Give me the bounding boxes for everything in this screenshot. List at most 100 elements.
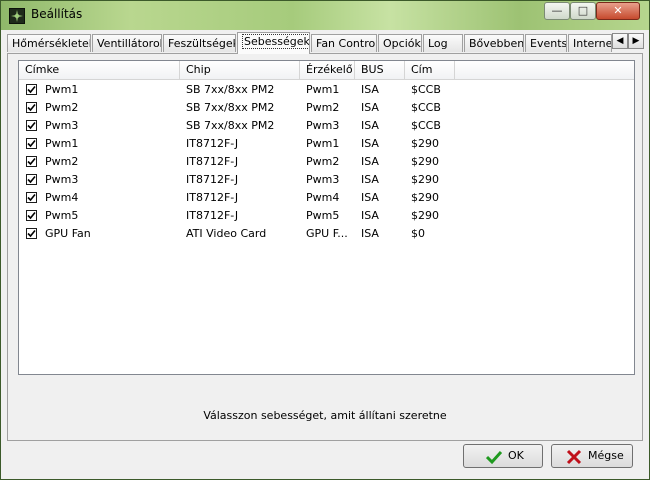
tab-ventillatorok[interactable]: Ventillátorok <box>92 34 162 52</box>
cell-chip: SB 7xx/8xx PM2 <box>186 83 275 96</box>
minimize-icon[interactable]: — <box>544 2 570 20</box>
column-header-erzekelo[interactable]: Érzékelő <box>300 61 355 79</box>
cell-sensor: Pwm2 <box>306 155 340 168</box>
settings-window: Beállítás — □ ✕ Hőmérsékletek Ventilláto… <box>0 0 650 480</box>
tab-homersekletek[interactable]: Hőmérsékletek <box>7 34 91 52</box>
row-checkbox[interactable] <box>26 156 37 167</box>
cell-bus: ISA <box>361 191 379 204</box>
cell-label: Pwm3 <box>45 119 79 132</box>
tab-label: Opciók <box>383 37 421 50</box>
cell-addr: $0 <box>411 227 425 240</box>
row-checkbox[interactable] <box>26 228 37 239</box>
row-checkbox[interactable] <box>26 210 37 221</box>
tab-bovebben[interactable]: Bővebben <box>464 34 524 52</box>
tab-label: Log <box>428 37 448 50</box>
cell-addr: $290 <box>411 137 439 150</box>
table-row[interactable]: Pwm4 IT8712F-J Pwm4 ISA $290 <box>19 189 634 207</box>
table-row[interactable]: Pwm2 IT8712F-J Pwm2 ISA $290 <box>19 153 634 171</box>
tab-label: Ventillátorok <box>97 37 162 50</box>
column-header-cim[interactable]: Cím <box>405 61 455 79</box>
cell-chip: SB 7xx/8xx PM2 <box>186 101 275 114</box>
tab-opciok[interactable]: Opciók <box>378 34 422 52</box>
cell-label: Pwm5 <box>45 209 79 222</box>
cell-sensor: Pwm3 <box>306 173 340 186</box>
tab-scroll-left-icon[interactable]: ◀ <box>612 33 628 49</box>
cancel-label: Mégse <box>588 449 624 462</box>
tab-events[interactable]: Events <box>525 34 567 52</box>
tab-interne[interactable]: Interne <box>568 34 612 52</box>
table-row[interactable]: Pwm3 SB 7xx/8xx PM2 Pwm3 ISA $CCB <box>19 117 634 135</box>
cell-label: Pwm1 <box>45 137 79 150</box>
table-row[interactable]: Pwm1 IT8712F-J Pwm1 ISA $290 <box>19 135 634 153</box>
cell-label: Pwm1 <box>45 83 79 96</box>
cell-bus: ISA <box>361 101 379 114</box>
cell-addr: $290 <box>411 155 439 168</box>
table-row[interactable]: Pwm1 SB 7xx/8xx PM2 Pwm1 ISA $CCB <box>19 81 634 99</box>
cell-label: Pwm2 <box>45 155 79 168</box>
ok-button[interactable]: OK <box>463 444 543 468</box>
tab-strip: Hőmérsékletek Ventillátorok Feszültségek… <box>7 32 644 54</box>
tab-fan-control[interactable]: Fan Control <box>311 34 377 52</box>
cancel-button[interactable]: Mégse <box>551 444 633 468</box>
cell-chip: IT8712F-J <box>186 137 239 150</box>
cell-chip: ATI Video Card <box>186 227 267 240</box>
tab-feszultsegek[interactable]: Feszültségek <box>163 34 236 52</box>
cell-addr: $290 <box>411 209 439 222</box>
row-checkbox[interactable] <box>26 102 37 113</box>
tab-sebessegek[interactable]: Sebességek <box>237 32 310 54</box>
check-icon <box>485 449 503 465</box>
cell-label: Pwm2 <box>45 101 79 114</box>
cell-chip: IT8712F-J <box>186 191 239 204</box>
tab-label: Interne <box>573 37 612 50</box>
cell-bus: ISA <box>361 173 379 186</box>
column-header-cimke[interactable]: Címke <box>19 61 180 79</box>
cell-sensor: Pwm1 <box>306 83 340 96</box>
tab-log[interactable]: Log <box>423 34 463 52</box>
column-header-chip[interactable]: Chip <box>180 61 300 79</box>
window-title: Beállítás <box>31 7 83 21</box>
table-row[interactable]: Pwm2 SB 7xx/8xx PM2 Pwm2 ISA $CCB <box>19 99 634 117</box>
row-checkbox[interactable] <box>26 120 37 131</box>
cell-bus: ISA <box>361 119 379 132</box>
cell-addr: $CCB <box>411 83 441 96</box>
table-row[interactable]: Pwm3 IT8712F-J Pwm3 ISA $290 <box>19 171 634 189</box>
cell-sensor: GPU F... <box>306 227 348 240</box>
cell-chip: IT8712F-J <box>186 155 239 168</box>
row-checkbox[interactable] <box>26 84 37 95</box>
cell-bus: ISA <box>361 83 379 96</box>
cell-sensor: Pwm5 <box>306 209 340 222</box>
cell-label: Pwm3 <box>45 173 79 186</box>
close-icon[interactable]: ✕ <box>596 2 640 20</box>
ok-label: OK <box>508 449 524 462</box>
cell-chip: IT8712F-J <box>186 173 239 186</box>
cell-addr: $CCB <box>411 119 441 132</box>
x-icon <box>566 449 582 465</box>
row-checkbox[interactable] <box>26 174 37 185</box>
cell-addr: $290 <box>411 191 439 204</box>
column-header-bus[interactable]: BUS <box>355 61 405 79</box>
tab-label: Sebességek <box>242 34 310 49</box>
tab-label: Bővebben <box>469 37 524 50</box>
cell-label: GPU Fan <box>45 227 91 240</box>
tab-label: Fan Control <box>316 37 377 50</box>
cell-bus: ISA <box>361 227 379 240</box>
cell-chip: IT8712F-J <box>186 209 239 222</box>
cell-sensor: Pwm1 <box>306 137 340 150</box>
tab-scroll-right-icon[interactable]: ▶ <box>628 33 644 49</box>
row-checkbox[interactable] <box>26 192 37 203</box>
cell-bus: ISA <box>361 155 379 168</box>
cell-sensor: Pwm3 <box>306 119 340 132</box>
cell-bus: ISA <box>361 209 379 222</box>
cell-chip: SB 7xx/8xx PM2 <box>186 119 275 132</box>
table-row[interactable]: GPU Fan ATI Video Card GPU F... ISA $0 <box>19 225 634 243</box>
cell-sensor: Pwm4 <box>306 191 340 204</box>
row-checkbox[interactable] <box>26 138 37 149</box>
title-bar[interactable]: Beállítás — □ ✕ <box>1 1 649 30</box>
speed-list[interactable]: Címke Chip Érzékelő BUS Cím Pwm1 SB 7xx/8… <box>18 60 635 375</box>
cell-addr: $CCB <box>411 101 441 114</box>
app-icon <box>9 8 25 24</box>
cell-label: Pwm4 <box>45 191 79 204</box>
table-row[interactable]: Pwm5 IT8712F-J Pwm5 ISA $290 <box>19 207 634 225</box>
maximize-icon[interactable]: □ <box>570 2 596 20</box>
tab-label: Hőmérsékletek <box>12 37 91 50</box>
